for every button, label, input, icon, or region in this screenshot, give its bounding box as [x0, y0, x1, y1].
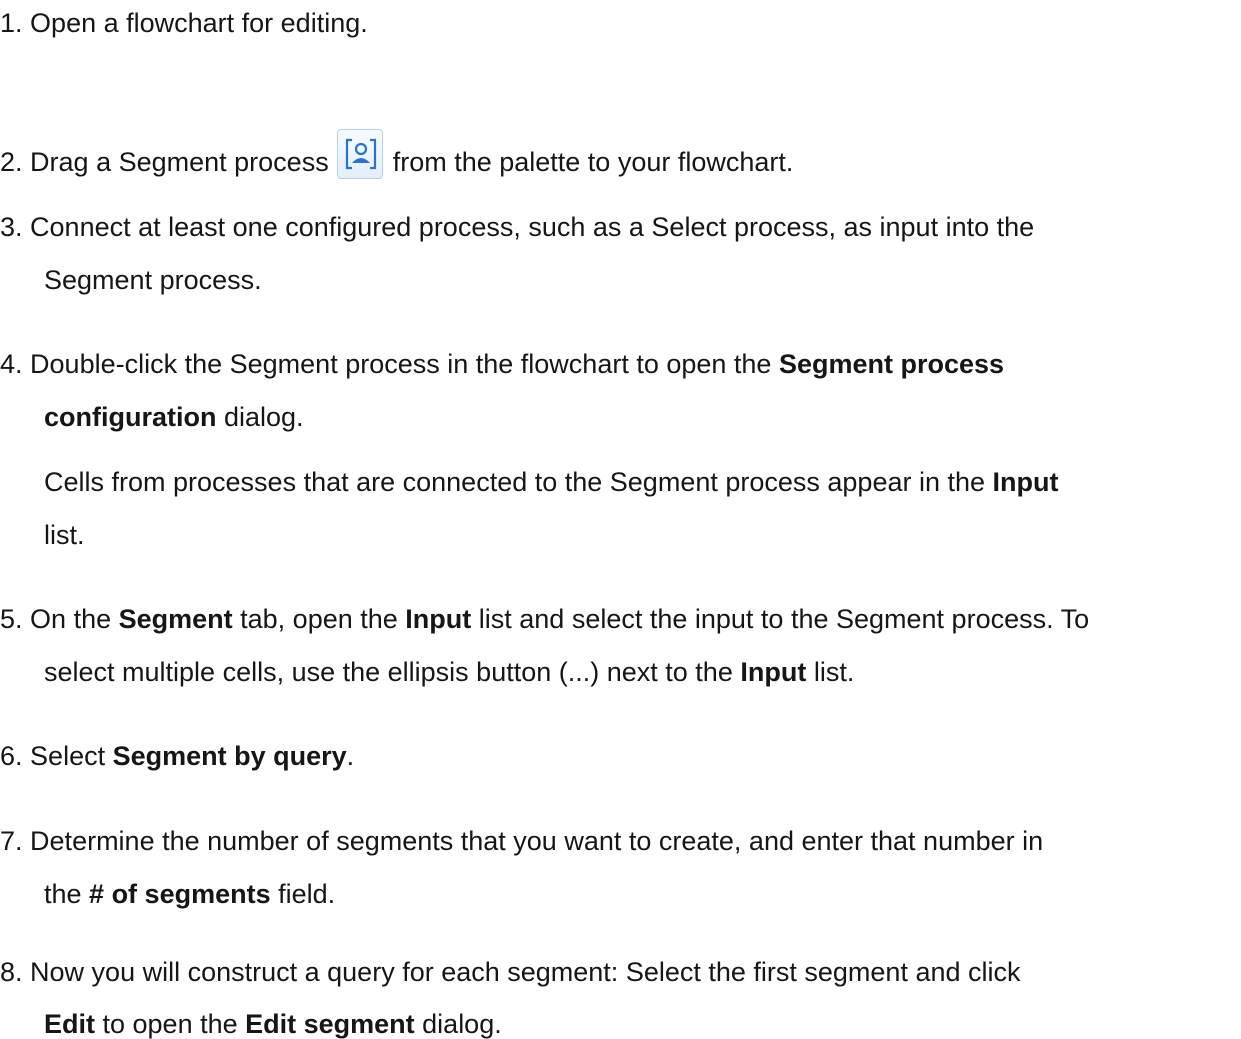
step-2: 2. Drag a Segment process from the palett…	[0, 129, 793, 179]
step-text: Cells from processes that are connected …	[44, 467, 993, 497]
step-4-note: Cells from processes that are connected …	[44, 469, 1059, 496]
step-text: On the	[30, 604, 119, 634]
step-text: Connect at least one configured process,…	[30, 212, 1035, 242]
step-4-note-continued: list.	[44, 522, 85, 549]
step-text: dialog.	[414, 1009, 502, 1039]
ui-term: Segment process	[778, 349, 1005, 379]
step-5-continued: select multiple cells, use the ellipsis …	[44, 659, 854, 686]
step-number: 8.	[0, 957, 23, 987]
step-text: Open a flowchart for editing.	[30, 8, 368, 38]
ui-term: Segment	[118, 604, 233, 634]
step-7: 7. Determine the number of segments that…	[0, 828, 1043, 855]
step-text: Select	[30, 741, 113, 771]
ui-term: Segment by query	[112, 741, 347, 771]
ui-term: # of segments	[89, 879, 271, 909]
step-text: select multiple cells, use the ellipsis …	[44, 657, 741, 687]
step-number: 2.	[0, 147, 23, 177]
step-text: field.	[270, 879, 336, 909]
step-text: list and select the input to the Segment…	[471, 604, 1090, 634]
step-number: 3.	[0, 212, 23, 242]
step-1: 1. Open a flowchart for editing.	[0, 10, 368, 37]
step-4-continued: configuration dialog.	[44, 404, 304, 431]
step-text: tab, open the	[232, 604, 406, 634]
step-text: list.	[44, 520, 85, 550]
ui-term: Input	[992, 467, 1059, 497]
step-3: 3. Connect at least one configured proce…	[0, 214, 1034, 241]
step-text: Drag a Segment process	[30, 147, 329, 177]
step-text: from the palette to your flowchart.	[392, 147, 794, 177]
step-8-continued: Edit to open the Edit segment dialog.	[44, 1011, 502, 1038]
step-text: .	[346, 741, 355, 771]
step-number: 5.	[0, 604, 23, 634]
step-number: 4.	[0, 349, 23, 379]
step-text: Now you will construct a query for each …	[30, 957, 1021, 987]
step-number: 1.	[0, 8, 23, 38]
step-number: 6.	[0, 741, 23, 771]
step-number: 7.	[0, 826, 23, 856]
ui-term: Input	[740, 657, 807, 687]
step-4: 4. Double-click the Segment process in t…	[0, 351, 1004, 378]
step-text: the	[44, 879, 90, 909]
segment-process-icon	[336, 129, 383, 179]
ui-term: Edit	[44, 1009, 95, 1039]
step-text: Double-click the Segment process in the …	[30, 349, 779, 379]
step-8: 8. Now you will construct a query for ea…	[0, 959, 1021, 986]
step-6: 6. Select Segment by query.	[0, 743, 354, 770]
step-5: 5. On the Segment tab, open the Input li…	[0, 606, 1089, 633]
step-text: Segment process.	[44, 265, 262, 295]
step-text: to open the	[95, 1009, 246, 1039]
step-text: list.	[806, 657, 855, 687]
ui-term: Input	[405, 604, 472, 634]
step-3-continued: Segment process.	[44, 267, 262, 294]
ui-term: Edit segment	[245, 1009, 415, 1039]
ui-term: configuration	[44, 402, 217, 432]
step-text: Determine the number of segments that yo…	[30, 826, 1044, 856]
step-text: dialog.	[216, 402, 304, 432]
step-7-continued: the # of segments field.	[44, 881, 335, 908]
